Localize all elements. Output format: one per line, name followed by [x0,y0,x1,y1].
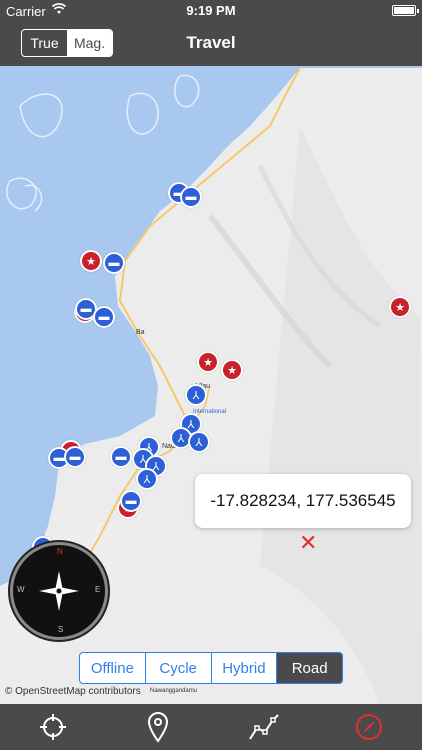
place-label-nawang: Nawanggandamu [150,688,198,694]
blue-hotel-marker[interactable]: ▬ [120,490,142,512]
tab-pin[interactable] [106,704,212,750]
blue-hotel-marker[interactable]: ▬ [110,446,132,468]
tab-bar [0,704,422,750]
map-type-cycle[interactable]: Cycle [146,653,212,683]
status-time: 9:19 PM [186,3,236,18]
blue-hotel-marker[interactable]: ▬ [64,446,86,468]
compass-widget[interactable]: N S E W [10,542,108,640]
page-title: Travel [186,33,236,52]
place-label-international: International [193,409,227,415]
tab-compass[interactable] [317,704,422,750]
blue-restaurant-marker[interactable]: ⅄ [136,468,158,490]
red-star-marker[interactable]: ★ [221,359,243,381]
map-type-hybrid[interactable]: Hybrid [212,653,278,683]
map-view[interactable]: Ba Nadi Vlau International Nawanggandamu… [0,66,422,704]
place-label-ba: Ba [136,329,145,336]
tab-locate[interactable] [0,704,106,750]
red-star-marker[interactable]: ★ [389,296,411,318]
nav-bar: True Mag. Travel [0,22,422,66]
compass-rose-icon [39,571,79,611]
map-type-road[interactable]: Road [277,653,342,683]
map-attribution: © OpenStreetMap contributors [5,686,141,697]
blue-restaurant-marker[interactable]: ⅄ [188,431,210,453]
dropped-pin-x-icon[interactable]: ✕ [299,532,317,554]
map-type-offline[interactable]: Offline [80,653,146,683]
red-star-marker[interactable]: ★ [197,351,219,373]
blue-hotel-marker[interactable]: ▬ [180,186,202,208]
map-type-selector[interactable]: Offline Cycle Hybrid Road [79,652,343,684]
battery-icon [392,5,419,16]
pin-icon [148,712,169,743]
blue-restaurant-marker[interactable]: ⅄ [185,384,207,406]
compass-icon [356,714,383,740]
blue-hotel-marker[interactable]: ▬ [103,252,125,274]
status-bar: Carrier 9:19 PM [0,0,422,22]
location-crosshair-icon [39,714,66,740]
tab-route[interactable] [211,704,317,750]
blue-hotel-marker[interactable]: ▬ [93,306,115,328]
route-icon [248,714,279,740]
coordinate-callout[interactable]: -17.828234, 177.536545 [195,474,411,528]
red-star-marker[interactable]: ★ [80,250,102,272]
